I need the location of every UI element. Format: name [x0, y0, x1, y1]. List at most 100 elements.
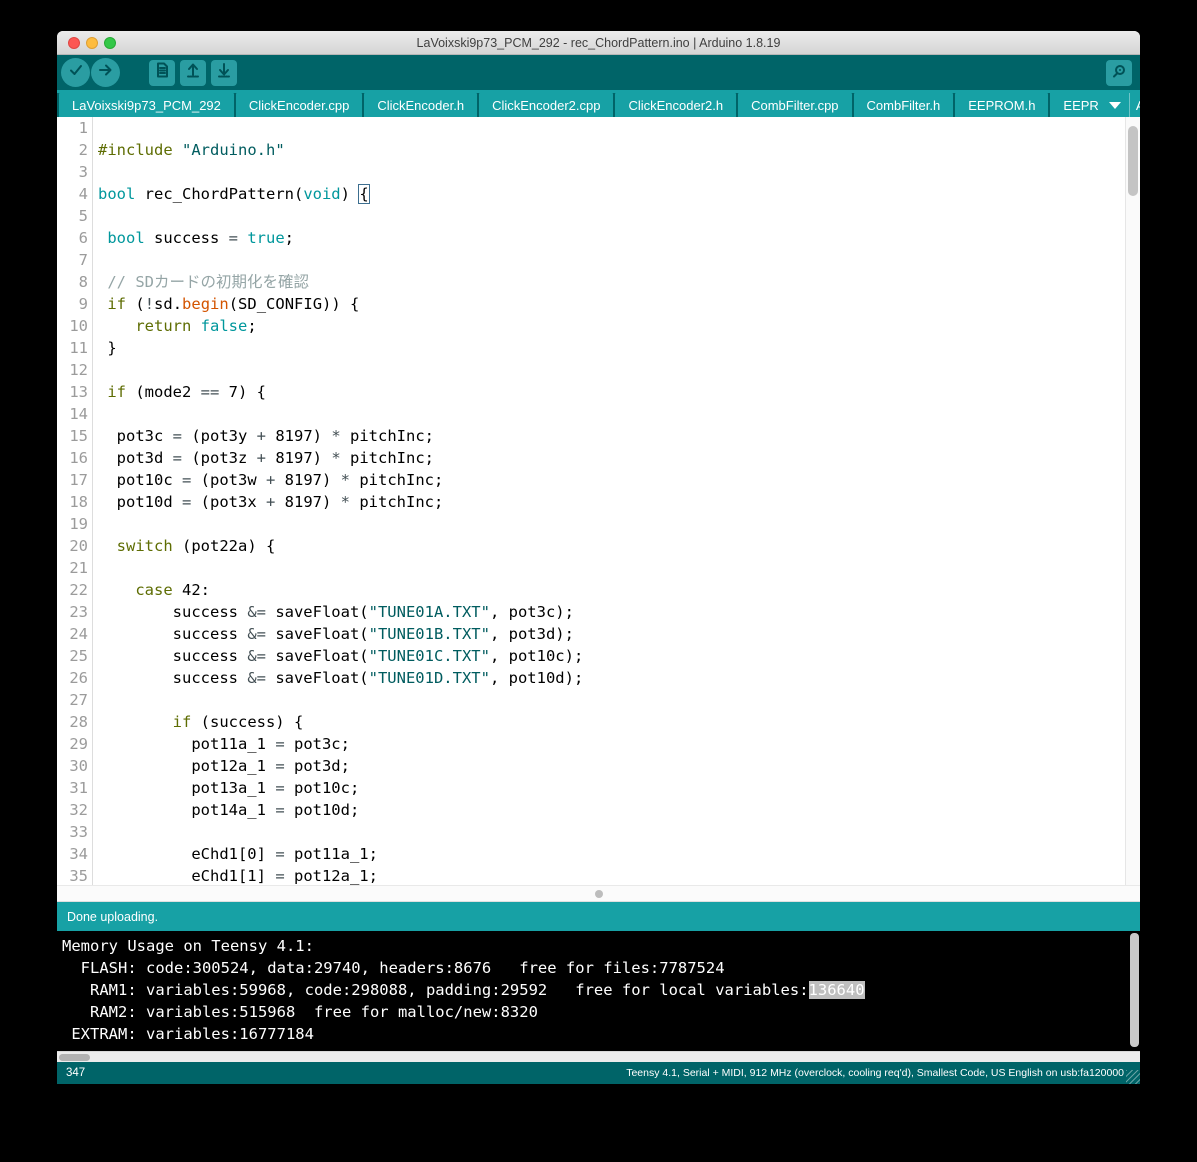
code-line[interactable]: 5: [57, 205, 1140, 227]
tab-divider: [1128, 93, 1130, 117]
code-line[interactable]: 30 pot12a_1 = pot3d;: [57, 755, 1140, 777]
code-line[interactable]: 13 if (mode2 == 7) {: [57, 381, 1140, 403]
console-horizontal-scrollbar[interactable]: [57, 1051, 1140, 1062]
tab-combfilter-h[interactable]: CombFilter.h: [853, 93, 954, 117]
title-bar: LaVoixski9p73_PCM_292 - rec_ChordPattern…: [57, 31, 1140, 55]
code-line[interactable]: 18 pot10d = (pot3x + 8197) * pitchInc;: [57, 491, 1140, 513]
line-number: 2: [57, 139, 93, 161]
serial-monitor-button[interactable]: [1106, 60, 1132, 86]
code-line[interactable]: 12: [57, 359, 1140, 381]
tab-overflow-area[interactable]: EEPR Any: [1050, 93, 1140, 117]
editor-horizontal-scrollbar[interactable]: [57, 885, 1140, 902]
close-window-button[interactable]: [68, 37, 80, 49]
code-line[interactable]: 6 bool success = true;: [57, 227, 1140, 249]
tab-combfilter-cpp[interactable]: CombFilter.cpp: [738, 93, 852, 117]
code-line[interactable]: 21: [57, 557, 1140, 579]
console-line: RAM2: variables:515968 free for malloc/n…: [62, 1003, 538, 1021]
code-text: }: [98, 339, 117, 357]
code-text: pot11a_1 = pot3c;: [98, 735, 350, 753]
horizontal-scrollbar-thumb[interactable]: [595, 890, 603, 898]
console-scrollbar-thumb[interactable]: [59, 1054, 90, 1061]
code-text: pot3d = (pot3z + 8197) * pitchInc;: [98, 449, 434, 467]
line-number: 3: [57, 161, 93, 183]
verify-button[interactable]: [61, 58, 90, 87]
upload-button[interactable]: [91, 58, 120, 87]
code-line[interactable]: 19: [57, 513, 1140, 535]
zoom-window-button[interactable]: [104, 37, 116, 49]
save-button[interactable]: [211, 59, 237, 86]
code-line[interactable]: 7: [57, 249, 1140, 271]
tab-clickencoder2-cpp[interactable]: ClickEncoder2.cpp: [479, 93, 614, 117]
tab-any-truncated[interactable]: Any: [1136, 98, 1140, 113]
code-line[interactable]: 27: [57, 689, 1140, 711]
tab-clickencoder-h[interactable]: ClickEncoder.h: [364, 93, 478, 117]
toolbar: [57, 55, 1140, 90]
code-text: eChd1[0] = pot11a_1;: [98, 845, 378, 863]
console-output[interactable]: Memory Usage on Teensy 4.1: FLASH: code:…: [57, 931, 1140, 1051]
code-line[interactable]: 11 }: [57, 337, 1140, 359]
arrow-up-tray-icon: [185, 62, 201, 83]
code-text: if (!sd.begin(SD_CONFIG)) {: [107, 295, 360, 313]
code-text: bool success = true;: [107, 229, 295, 247]
code-line[interactable]: 3: [57, 161, 1140, 183]
code-line[interactable]: 24 success &= saveFloat("TUNE01B.TXT", p…: [57, 623, 1140, 645]
code-line[interactable]: 33: [57, 821, 1140, 843]
editor-scrollbar-thumb[interactable]: [1128, 126, 1138, 196]
code-line[interactable]: 31 pot13a_1 = pot10c;: [57, 777, 1140, 799]
tab-eeprom-h[interactable]: EEPROM.h: [955, 93, 1049, 117]
line-number: 17: [57, 469, 93, 491]
code-text: if (mode2 == 7) {: [107, 383, 266, 401]
tab-eepr-truncated[interactable]: EEPR: [1050, 98, 1098, 113]
tab-clickencoder-cpp[interactable]: ClickEncoder.cpp: [235, 93, 363, 117]
line-number: 5: [57, 205, 93, 227]
code-line[interactable]: 25 success &= saveFloat("TUNE01C.TXT", p…: [57, 645, 1140, 667]
code-lines: 1 2 #include "Arduino.h" 3 4 bool rec_ChordPa…: [57, 117, 1140, 885]
console-line: RAM1: variables:59968, code:298088, padd…: [62, 981, 865, 999]
code-line[interactable]: 1: [57, 117, 1140, 139]
line-number: 32: [57, 799, 93, 821]
tab-menu-caret-down-icon[interactable]: [1108, 101, 1121, 109]
code-line[interactable]: 9 if (!sd.begin(SD_CONFIG)) {: [57, 293, 1140, 315]
code-text: success &= saveFloat("TUNE01B.TXT", pot3…: [98, 625, 574, 643]
code-line[interactable]: 10 return false;: [57, 315, 1140, 337]
code-line[interactable]: 26 success &= saveFloat("TUNE01D.TXT", p…: [57, 667, 1140, 689]
code-line[interactable]: 14: [57, 403, 1140, 425]
traffic-lights: [68, 37, 116, 49]
code-line[interactable]: 20 switch (pot22a) {: [57, 535, 1140, 557]
console-vertical-scrollbar[interactable]: [1130, 933, 1139, 1047]
status-bar: Done uploading.: [57, 902, 1140, 931]
code-line[interactable]: 32 pot14a_1 = pot10d;: [57, 799, 1140, 821]
code-text: bool rec_ChordPattern(void) {: [98, 184, 370, 204]
code-line[interactable]: 22 case 42:: [57, 579, 1140, 601]
code-line[interactable]: 4 bool rec_ChordPattern(void) {: [57, 183, 1140, 205]
editor-vertical-scrollbar[interactable]: [1125, 117, 1140, 885]
tab-clickencoder2-h[interactable]: ClickEncoder2.h: [615, 93, 737, 117]
code-text: pot3c = (pot3y + 8197) * pitchInc;: [98, 427, 434, 445]
code-line[interactable]: 8 // SDカードの初期化を確認: [57, 271, 1140, 293]
code-line[interactable]: 15 pot3c = (pot3y + 8197) * pitchInc;: [57, 425, 1140, 447]
code-editor[interactable]: 1 2 #include "Arduino.h" 3 4 bool rec_ChordPa…: [57, 117, 1140, 885]
code-line[interactable]: 29 pot11a_1 = pot3c;: [57, 733, 1140, 755]
code-line[interactable]: 2 #include "Arduino.h": [57, 139, 1140, 161]
resize-grip[interactable]: [1126, 1070, 1140, 1084]
code-line[interactable]: 34 eChd1[0] = pot11a_1;: [57, 843, 1140, 865]
tab-lavoixski9p73-pcm-292[interactable]: LaVoixski9p73_PCM_292: [59, 93, 234, 117]
window-title: LaVoixski9p73_PCM_292 - rec_ChordPattern…: [416, 35, 781, 50]
code-text: pot14a_1 = pot10d;: [98, 801, 360, 819]
code-text: #include "Arduino.h": [98, 141, 285, 159]
line-number: 27: [57, 689, 93, 711]
line-number: 26: [57, 667, 93, 689]
code-line[interactable]: 17 pot10c = (pot3w + 8197) * pitchInc;: [57, 469, 1140, 491]
code-line[interactable]: 35 eChd1[1] = pot12a_1;: [57, 865, 1140, 885]
line-number: 33: [57, 821, 93, 843]
code-line[interactable]: 16 pot3d = (pot3z + 8197) * pitchInc;: [57, 447, 1140, 469]
code-line[interactable]: 28 if (success) {: [57, 711, 1140, 733]
line-number: 35: [57, 865, 93, 885]
minimize-window-button[interactable]: [86, 37, 98, 49]
code-line[interactable]: 23 success &= saveFloat("TUNE01A.TXT", p…: [57, 601, 1140, 623]
open-button[interactable]: [180, 59, 206, 86]
status-message: Done uploading.: [67, 909, 159, 924]
new-sketch-button[interactable]: [149, 59, 175, 86]
